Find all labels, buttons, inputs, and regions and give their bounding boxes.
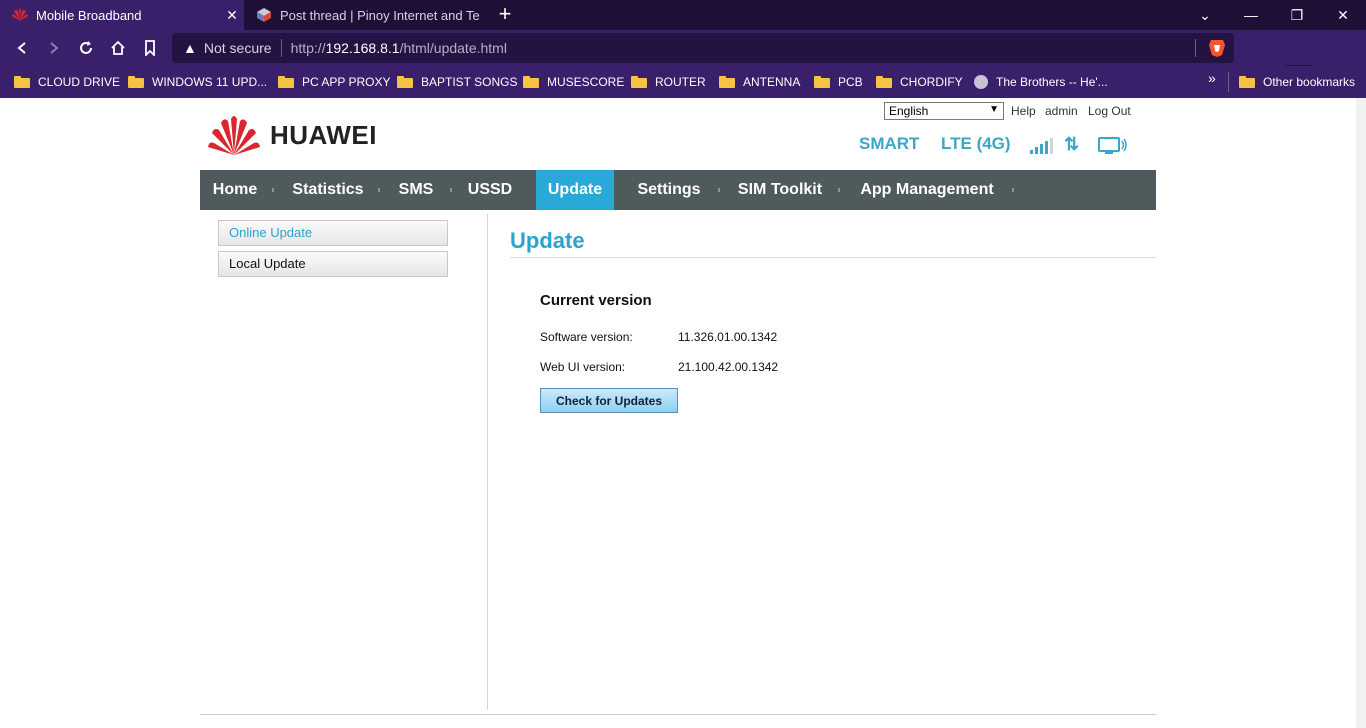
divider (838, 188, 840, 192)
tab-search-dropdown-icon[interactable]: ⌄ (1182, 0, 1228, 30)
divider (450, 188, 452, 192)
sidebar-item-local-update[interactable]: Local Update (218, 251, 448, 277)
folder-icon (876, 76, 892, 88)
logout-link[interactable]: Log Out (1088, 104, 1131, 118)
bookmark-icon[interactable] (138, 36, 162, 60)
huawei-flower-icon (208, 116, 260, 155)
tab-title: Post thread | Pinoy Internet and Techn (280, 7, 480, 23)
username-label: admin (1045, 104, 1078, 118)
folder-icon (397, 76, 413, 88)
webui-version-label: Web UI version: (540, 360, 626, 374)
divider (487, 214, 488, 710)
address-bar[interactable]: ▲ Not secure http:// 192.168.8.1 /html/u… (172, 33, 1234, 63)
signal-strength-icon (1030, 138, 1053, 154)
nav-update[interactable]: Update (536, 170, 614, 210)
operator-name: SMART (859, 134, 920, 153)
browser-tab-bar: Mobile Broadband ✕ Post thread | Pinoy I… (0, 0, 1366, 30)
home-icon[interactable] (106, 36, 130, 60)
bookmark-folder[interactable]: BAPTIST SONGS (397, 73, 517, 91)
warning-icon: ▲ (183, 40, 197, 56)
forward-icon[interactable] (42, 36, 66, 60)
folder-icon (128, 76, 144, 88)
webui-version-value: 21.100.42.00.1342 (678, 360, 779, 374)
section-title: Current version (540, 292, 652, 309)
reload-icon[interactable] (74, 36, 98, 60)
nav-app-management[interactable]: App Management (848, 170, 1006, 210)
software-version-value: 11.326.01.00.1342 (678, 330, 778, 344)
url-host: 192.168.8.1 (325, 40, 400, 56)
page-title: Update (510, 228, 585, 253)
back-icon[interactable] (10, 36, 34, 60)
divider (1228, 72, 1229, 92)
close-window-button[interactable]: ✕ (1320, 0, 1366, 30)
url-path: /html/update.html (399, 40, 507, 56)
folder-icon (814, 76, 830, 88)
chevron-down-icon: ▼ (989, 104, 999, 115)
bookmarks-bar: CLOUD DRIVE WINDOWS 11 UPD... PC APP PRO… (0, 66, 1366, 98)
nav-sim-toolkit[interactable]: SIM Toolkit (726, 170, 834, 210)
logo-text: HUAWEI (270, 119, 377, 150)
tab-post-thread[interactable]: Post thread | Pinoy Internet and Techn (244, 0, 480, 30)
bookmark-link[interactable]: The Brothers -- He'... (974, 73, 1108, 91)
divider (510, 257, 1156, 258)
brave-shields-icon[interactable] (1208, 38, 1226, 58)
browser-toolbar: ▲ Not secure http:// 192.168.8.1 /html/u… (0, 30, 1366, 91)
folder-icon (523, 76, 539, 88)
nav-settings[interactable]: Settings (626, 170, 712, 210)
main-navigation: Home Statistics SMS USSD Update Settings… (200, 170, 1156, 210)
bookmark-folder-other[interactable]: Other bookmarks (1239, 73, 1355, 91)
tab-title: Mobile Broadband (36, 7, 142, 23)
forum-favicon-icon (256, 7, 272, 23)
divider (280, 39, 282, 57)
divider (272, 188, 274, 192)
new-tab-button[interactable]: + (492, 2, 518, 28)
folder-icon (1239, 76, 1255, 88)
url-scheme: http:// (290, 40, 326, 56)
bookmark-folder[interactable]: PC APP PROXY (278, 73, 390, 91)
restore-button[interactable]: ❐ (1274, 0, 1320, 30)
language-select[interactable]: English ▼ (884, 102, 1004, 120)
connected-device-icon (1098, 137, 1127, 154)
bookmark-folder[interactable]: ROUTER (631, 73, 706, 91)
folder-icon (719, 76, 735, 88)
divider (1012, 188, 1014, 192)
huawei-logo: HUAWEI (206, 112, 382, 158)
nav-ussd[interactable]: USSD (458, 170, 522, 210)
bookmark-folder[interactable]: ANTENNA (719, 73, 800, 91)
data-transfer-icon: ⇅ (1064, 134, 1080, 154)
bookmark-folder[interactable]: CHORDIFY (876, 73, 963, 91)
page-scrollbar[interactable] (1356, 98, 1366, 728)
bookmark-folder[interactable]: MUSESCORE (523, 73, 624, 91)
help-link[interactable]: Help (1011, 104, 1036, 118)
nav-statistics[interactable]: Statistics (280, 170, 376, 210)
globe-icon (974, 75, 988, 89)
divider (1195, 39, 1196, 57)
folder-icon (278, 76, 294, 88)
nav-sms[interactable]: SMS (386, 170, 446, 210)
software-version-label: Software version: (540, 330, 633, 344)
close-tab-icon[interactable]: ✕ (220, 7, 244, 24)
check-for-updates-button[interactable]: Check for Updates (540, 388, 678, 413)
nav-home[interactable]: Home (200, 170, 270, 210)
divider (378, 188, 380, 192)
bookmark-folder[interactable]: WINDOWS 11 UPD... (128, 73, 267, 91)
bookmark-folder[interactable]: PCB (814, 73, 863, 91)
folder-icon (631, 76, 647, 88)
bookmark-folder[interactable]: CLOUD DRIVE (14, 73, 120, 91)
router-page: English ▼ Help admin Log Out HUAWEI SMAR… (0, 98, 1366, 728)
divider (718, 188, 720, 192)
divider (200, 714, 1156, 715)
minimize-button[interactable]: — (1228, 0, 1274, 30)
security-status: Not secure (203, 40, 272, 56)
tab-mobile-broadband[interactable]: Mobile Broadband ✕ (0, 0, 244, 30)
huawei-favicon-icon (12, 7, 28, 23)
sidebar-item-online-update[interactable]: Online Update (218, 220, 448, 246)
more-bookmarks-chevron-icon[interactable]: » (1208, 70, 1216, 86)
network-type: LTE (4G) (941, 134, 1011, 153)
folder-icon (14, 76, 30, 88)
